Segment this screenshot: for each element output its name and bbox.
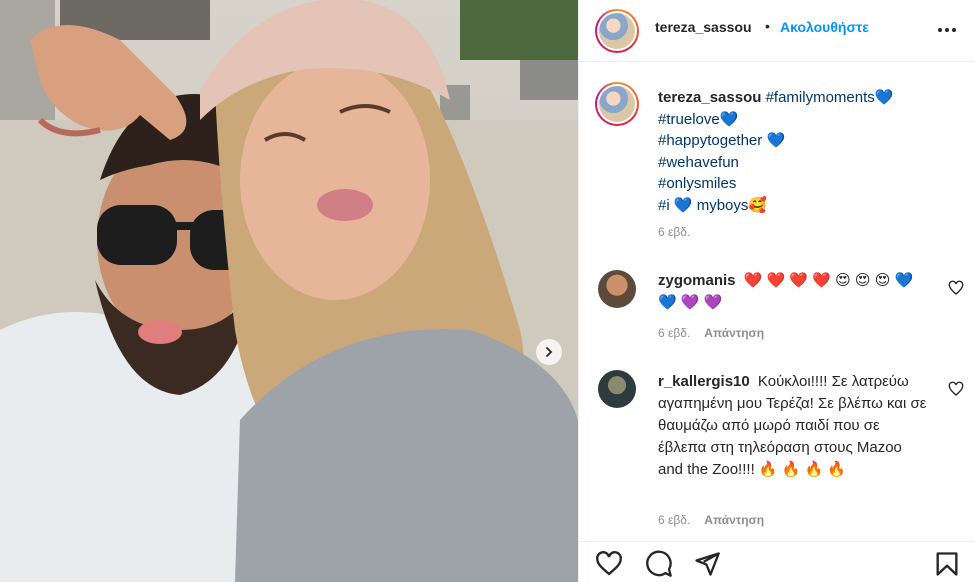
reply-button[interactable]: Απάντηση [704,326,764,340]
comment-meta: 6 εβδ. Απάντηση [658,326,764,340]
heart-icon[interactable] [948,280,964,296]
photo-illustration [0,0,578,582]
send-icon[interactable] [693,550,721,578]
more-horizontal-icon[interactable] [936,20,958,40]
smile-emoji: 🥰 [748,196,768,214]
reply-button[interactable]: Απάντηση [704,513,764,527]
hashtag[interactable]: #wehavefun [658,152,958,174]
hashtag[interactable]: #truelove💙 [658,109,958,131]
caption-text: tereza_sassou #familymoments💙 #truelove💙… [658,87,958,217]
heart-icon[interactable] [595,550,623,578]
hashtag[interactable]: #onlysmiles [658,173,958,195]
comment-text: zygomanis ❤️ ❤️ ❤️ ❤️ 😍 😍 😍 💙 💙 💜 💜 [658,270,928,314]
author-avatar[interactable] [595,9,639,53]
hashtag[interactable]: #i [658,197,670,214]
bookmark-icon[interactable] [933,550,961,578]
commenter-username[interactable]: zygomanis [658,272,736,289]
separator-dot: • [765,18,770,34]
blue-heart-emoji: 💙 [874,89,894,106]
post-side-panel: tereza_sassou • Ακολουθήστε tereza_sasso… [578,0,975,582]
post-actions [579,541,975,582]
post-header: tereza_sassou • Ακολουθήστε [579,0,975,62]
commenter-avatar[interactable] [598,370,636,408]
chevron-right-icon [546,347,553,357]
caption-last-line: #i 💙 myboys🥰 [658,197,767,214]
caption-avatar[interactable] [595,82,639,126]
follow-button[interactable]: Ακολουθήστε [780,19,869,35]
commenter-username[interactable]: r_kallergis10 [658,373,750,390]
commenter-avatar[interactable] [598,270,636,308]
blue-heart-emoji: 💙 [673,196,693,214]
comment-time[interactable]: 6 εβδ. [658,513,690,527]
blue-heart-emoji: 💙 [766,132,786,150]
author-username[interactable]: tereza_sassou [655,19,752,35]
hashtag[interactable]: #familymoments [766,89,875,106]
heart-icon[interactable] [948,381,964,397]
comment-time[interactable]: 6 εβδ. [658,326,690,340]
comment-text: r_kallergis10 Κούκλοι!!!! Σε λατρεύω αγα… [658,371,928,481]
blue-heart-emoji: 💙 [719,110,739,128]
comment-meta: 6 εβδ. Απάντηση [658,513,764,527]
caption-username[interactable]: tereza_sassou [658,89,761,106]
comment-icon[interactable] [645,550,673,578]
hashtag-text: myboys [696,196,749,214]
caption-time[interactable]: 6 εβδ. [658,225,690,239]
hashtag[interactable]: #happytogether 💙 [658,130,958,152]
post-photo[interactable] [0,0,578,582]
next-photo-button[interactable] [536,339,562,365]
